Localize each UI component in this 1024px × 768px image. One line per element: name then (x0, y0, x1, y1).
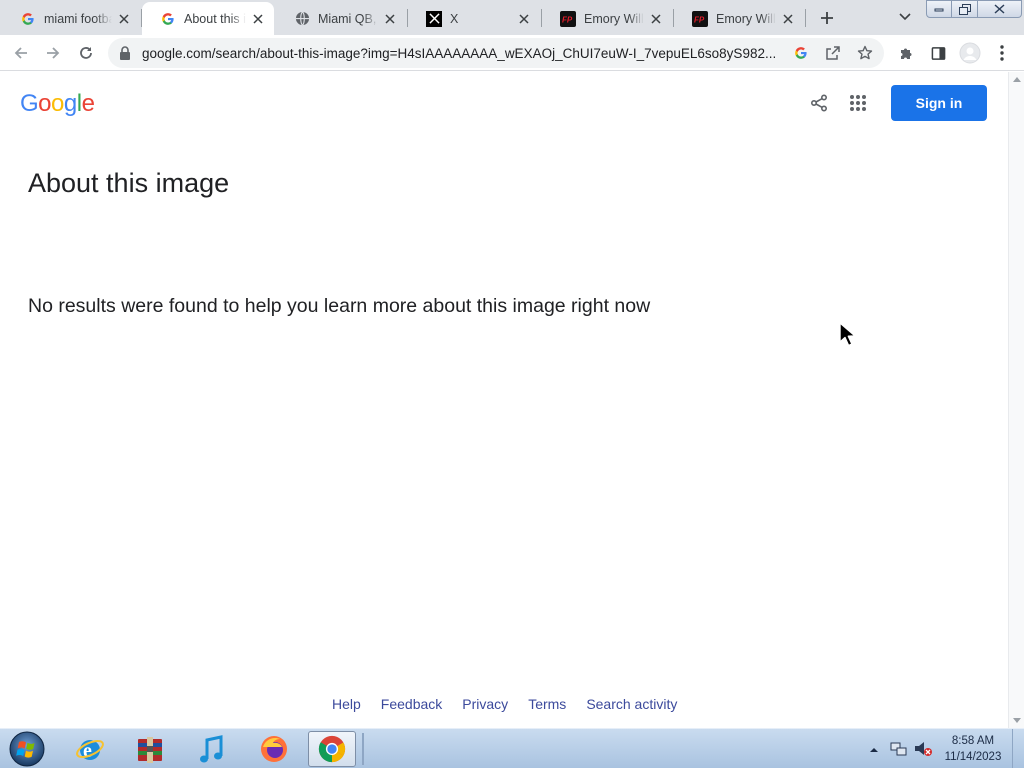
close-tab-icon[interactable] (648, 11, 664, 27)
forward-button[interactable] (40, 40, 66, 66)
x-logo-icon (426, 10, 442, 27)
tab-emory-williams-1[interactable]: FP Emory Williams (542, 2, 672, 35)
tab-miami-football[interactable]: miami football (2, 2, 140, 35)
window-controls (926, 0, 1024, 18)
logo-letter: g (63, 90, 77, 117)
fp-logo-icon: FP (560, 10, 576, 27)
browser-toolbar: google.com/search/about-this-image?img=H… (0, 35, 1024, 71)
volume-muted-icon[interactable] (914, 740, 932, 757)
taskbar-itunes[interactable] (188, 731, 236, 767)
footer-link-help[interactable]: Help (332, 696, 361, 712)
google-g-icon (160, 11, 176, 27)
footer-link-terms[interactable]: Terms (528, 696, 566, 712)
tab-title: Miami QB, Miami (318, 11, 378, 26)
tab-about-this-image[interactable]: About this image (142, 2, 274, 35)
clock-date: 11/14/2023 (944, 751, 1002, 763)
tab-x[interactable]: X (408, 2, 540, 35)
internet-explorer-icon: e (76, 739, 104, 762)
taskbar-internet-explorer[interactable]: e (66, 731, 114, 767)
google-apps-button[interactable] (847, 92, 869, 114)
minimize-button[interactable] (926, 0, 952, 18)
chrome-menu-icon[interactable] (989, 40, 1015, 66)
archive-icon (138, 737, 162, 763)
google-lens-g-icon[interactable] (790, 42, 812, 64)
itunes-icon (200, 735, 223, 763)
tray-expand-icon[interactable] (868, 743, 880, 755)
address-bar[interactable]: google.com/search/about-this-image?img=H… (108, 38, 884, 68)
no-results-message: No results were found to help you learn … (28, 295, 651, 317)
windows-taskbar: e 8:58 AM 11/14/2023 (0, 728, 1024, 768)
chrome-icon (318, 735, 346, 763)
bookmark-star-icon[interactable] (854, 42, 876, 64)
page-content: Google Sign in About this image No resul… (0, 72, 1008, 728)
sign-in-button[interactable]: Sign in (891, 85, 987, 121)
clock-time: 8:58 AM (951, 735, 995, 747)
tab-title: About this image (184, 11, 246, 26)
share-icon (810, 94, 828, 112)
mouse-cursor-icon (838, 321, 862, 354)
footer-link-privacy[interactable]: Privacy (462, 696, 508, 712)
scroll-down-arrow-icon (1013, 718, 1021, 723)
extensions-puzzle-icon[interactable] (893, 40, 919, 66)
close-tab-icon[interactable] (780, 11, 796, 27)
taskbar-chrome[interactable] (308, 731, 356, 767)
close-tab-icon[interactable] (116, 11, 132, 27)
close-tab-icon[interactable] (516, 11, 532, 27)
footer-links: Help Feedback Privacy Terms Search activ… (322, 696, 687, 712)
share-page-icon[interactable] (822, 42, 844, 64)
close-tab-icon[interactable] (382, 11, 398, 27)
apps-grid-icon (850, 95, 866, 111)
share-button[interactable] (808, 92, 830, 114)
back-button[interactable] (8, 40, 34, 66)
logo-letter: o (38, 90, 52, 117)
new-tab-button[interactable] (814, 5, 840, 31)
tab-title: X (450, 11, 459, 26)
footer-link-feedback[interactable]: Feedback (381, 696, 442, 712)
scroll-up-arrow-icon (1013, 77, 1021, 82)
tab-title: Emory Williams (716, 11, 776, 26)
firefox-icon (261, 736, 287, 762)
google-g-icon (20, 11, 36, 27)
network-icon[interactable] (890, 741, 908, 757)
google-logo[interactable]: Google (20, 90, 95, 118)
logo-letter: e (81, 90, 95, 117)
system-clock[interactable]: 8:58 AM 11/14/2023 (938, 733, 1008, 765)
page-scrollbar[interactable] (1008, 72, 1024, 728)
close-tab-icon[interactable] (250, 11, 266, 27)
logo-letter: o (51, 90, 64, 117)
tab-miami-qb[interactable]: Miami QB, Miami (276, 2, 406, 35)
globe-icon (294, 11, 310, 27)
svg-text:FP: FP (694, 15, 705, 24)
tab-title: Emory Williams (584, 11, 644, 26)
fp-logo-icon: FP (692, 10, 708, 27)
window-close-button[interactable] (978, 0, 1022, 18)
taskbar-firefox[interactable] (250, 731, 298, 767)
profile-avatar-icon[interactable] (957, 40, 983, 66)
tab-search-chevron-icon[interactable] (894, 6, 916, 28)
tab-title: miami football (44, 11, 112, 26)
taskbar-archive[interactable] (126, 731, 174, 767)
svg-text:FP: FP (562, 15, 573, 24)
tab-emory-williams-2[interactable]: FP Emory Williams (674, 2, 804, 35)
side-panel-icon[interactable] (925, 40, 951, 66)
show-desktop-button[interactable] (1012, 729, 1024, 768)
logo-letter: G (20, 90, 39, 117)
page-title: About this image (28, 168, 230, 198)
url-text[interactable]: google.com/search/about-this-image?img=H… (142, 46, 792, 61)
start-button[interactable] (7, 730, 47, 768)
lock-icon[interactable] (119, 46, 131, 60)
reload-button[interactable] (73, 40, 99, 66)
tab-strip: miami football About this image Miami QB… (0, 0, 1024, 35)
windows-start-orb-icon (9, 731, 45, 767)
footer-link-search-activity[interactable]: Search activity (586, 696, 677, 712)
restore-button[interactable] (952, 0, 978, 18)
